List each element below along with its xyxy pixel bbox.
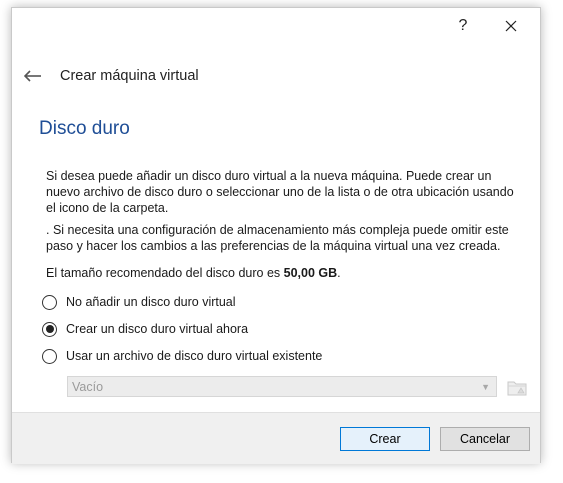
option-no-disk-label: No añadir un disco duro virtual bbox=[66, 295, 236, 309]
close-button[interactable] bbox=[488, 8, 534, 44]
description-paragraph-2: . Si necesita una configuración de almac… bbox=[46, 223, 509, 253]
help-icon: ? bbox=[458, 17, 468, 34]
cancel-button[interactable]: Cancelar bbox=[440, 427, 530, 451]
wizard-nav: Crear máquina virtual bbox=[24, 64, 199, 88]
help-button[interactable]: ? bbox=[440, 8, 486, 44]
hard-disk-page: Disco duro bbox=[12, 102, 540, 412]
recommended-size-text: El tamaño recomendado del disco duro es … bbox=[46, 265, 518, 281]
recommended-size-value: 50,00 GB bbox=[283, 266, 338, 280]
dropdown-arrow-icon: ▼ bbox=[481, 381, 490, 392]
dialog-footer: Crear Cancelar bbox=[12, 412, 540, 464]
folder-icon bbox=[507, 381, 526, 395]
page-title: Disco duro bbox=[39, 118, 130, 139]
recommended-suffix: . bbox=[337, 266, 341, 280]
radio-existing-disk[interactable] bbox=[42, 348, 57, 364]
create-button[interactable]: Crear bbox=[340, 427, 430, 451]
choose-disk-file-button[interactable] bbox=[506, 376, 527, 397]
wizard-title: Crear máquina virtual bbox=[60, 68, 199, 84]
radio-selected-dot bbox=[45, 325, 54, 333]
create-vm-dialog: ? Crear máquina virtual Disco duro Si de… bbox=[11, 7, 541, 464]
radio-no-disk[interactable] bbox=[42, 294, 57, 310]
existing-disk-select-value: Vacío bbox=[72, 379, 104, 394]
option-existing-disk-label: Usar un archivo de disco duro virtual ex… bbox=[66, 349, 323, 363]
radio-create-disk[interactable] bbox=[42, 321, 57, 337]
option-create-disk[interactable]: Crear un disco duro virtual ahora bbox=[42, 320, 248, 338]
option-existing-disk[interactable]: Usar un archivo de disco duro virtual ex… bbox=[42, 347, 322, 365]
close-icon bbox=[505, 20, 517, 32]
option-no-disk[interactable]: No añadir un disco duro virtual bbox=[42, 293, 236, 311]
recommended-prefix: El tamaño recomendado del disco duro es bbox=[46, 266, 284, 280]
existing-disk-select[interactable]: Vacío ▼ bbox=[67, 376, 497, 397]
option-create-disk-label: Crear un disco duro virtual ahora bbox=[66, 322, 249, 336]
back-arrow-icon bbox=[24, 70, 41, 82]
title-bar: ? bbox=[12, 8, 540, 48]
description-paragraph-1: Si desea puede añadir un disco duro virt… bbox=[46, 169, 514, 215]
back-button[interactable] bbox=[24, 69, 44, 83]
